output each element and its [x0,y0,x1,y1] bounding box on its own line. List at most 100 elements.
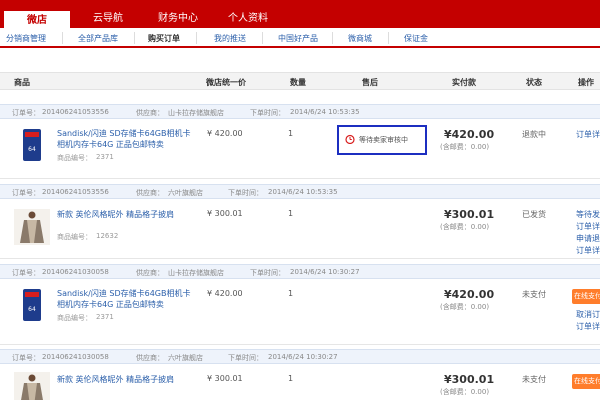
paid-amount: ¥300.01 [444,373,495,386]
shawl-product-image[interactable] [14,209,50,245]
order-time-label: 下单时间： [228,354,263,362]
tab-cloud-nav[interactable]: 云导航 [78,9,138,28]
order-number: 201406241030058 [42,353,109,361]
shipping-note: (含邮费：0.00) [440,143,490,151]
product-code: 2371 [96,153,114,161]
apply-refund-link[interactable]: 申请退 [576,233,600,244]
order-time-label: 下单时间： [228,189,263,197]
status-badge: 未支付 [522,375,546,384]
product-code-label: 商品编号： [57,314,92,322]
divider [388,32,389,44]
order-time-label: 下单时间： [250,269,285,277]
quantity: 1 [288,289,294,298]
subnav-purchase-orders[interactable]: 购买订单 [148,32,180,46]
subnav-good-products[interactable]: 中国好产品 [278,32,318,46]
top-nav: 微店 云导航 财务中心 个人资料 [0,0,600,28]
cancel-order-link[interactable]: 取消订 [576,309,600,320]
alarm-clock-icon [345,134,355,144]
subnav-deposit[interactable]: 保证金 [404,32,428,46]
after-sale-status-box[interactable]: 等待卖家审核中 [337,125,427,155]
supplier-name[interactable]: 山卡拉存储旗舰店 [168,268,224,278]
col-quantity: 数量 [290,78,306,87]
wait-ship-link[interactable]: 等待发 [576,209,600,220]
pay-online-button[interactable]: 在线支付 [572,289,600,304]
table-row: 64 Sandisk/闪迪 SD存储卡64GB相机卡相机内存卡64G 正品包邮特… [0,119,600,179]
col-product: 商品 [14,78,30,87]
status-badge: 退款中 [522,130,546,139]
order-detail-link[interactable]: 订单详 [576,129,600,140]
product-name[interactable]: Sandisk/闪迪 SD存储卡64GB相机卡相机内存卡64G 正品包邮特卖 [57,128,197,150]
tab-profile[interactable]: 个人资料 [216,9,280,28]
sub-nav: 分销商管理 全部产品库 购买订单 我的推送 中国好产品 微商城 保证金 [0,28,600,48]
product-name[interactable]: Sandisk/闪迪 SD存储卡64GB相机卡相机内存卡64G 正品包邮特卖 [57,288,197,310]
order-header: 订单号： 201406241030058 供应商： 山卡拉存储旗舰店 下单时间：… [0,264,600,279]
order-number: 201406241053556 [42,108,109,116]
shawl-product-image[interactable] [14,372,50,400]
supplier-label: 供应商： [136,189,164,197]
product-code-label: 商品编号： [57,233,92,241]
unit-price: ¥ 420.00 [207,289,243,298]
order-time: 2014/6/24 10:53:35 [268,188,338,196]
sd-card-image[interactable]: 64 [14,127,50,163]
quantity: 1 [288,374,294,383]
tab-weidian[interactable]: 微店 [4,9,70,28]
col-unit-price: 微店统一价 [206,78,246,87]
order-header: 订单号： 201406241030058 供应商： 六叶旗舰店 下单时间： 20… [0,349,600,364]
supplier-label: 供应商： [136,269,164,277]
svg-text:64: 64 [28,146,36,153]
shipping-note: (含邮费：0.00) [440,223,490,231]
paid-amount: ¥300.01 [444,208,495,221]
unit-price: ¥ 300.01 [207,209,243,218]
supplier-name[interactable]: 山卡拉存储旗舰店 [168,108,224,118]
product-name[interactable]: 新款 英伦风格呢外 精品格子披肩 [57,209,197,220]
order-time: 2014/6/24 10:53:35 [290,108,360,116]
sd-card-image[interactable]: 64 [14,287,50,323]
quantity: 1 [288,129,294,138]
subnav-mall[interactable]: 微商城 [348,32,372,46]
supplier-name[interactable]: 六叶旗舰店 [168,188,203,198]
subnav-my-push[interactable]: 我的推送 [214,32,246,46]
product-code-label: 商品编号： [57,154,92,162]
order-detail-link[interactable]: 订单详 [576,245,600,256]
subnav-all-products[interactable]: 全部产品库 [78,32,118,46]
status-badge: 已发货 [522,210,546,219]
divider [62,32,63,44]
order-header: 订单号： 201406241053556 供应商： 山卡拉存储旗舰店 下单时间：… [0,104,600,119]
unit-price: ¥ 300.01 [207,374,243,383]
order-number-label: 订单号： [12,269,40,277]
product-name[interactable]: 新款 英伦风格呢外 精品格子披肩 [57,374,197,385]
table-row: 64 Sandisk/闪迪 SD存储卡64GB相机卡相机内存卡64G 正品包邮特… [0,279,600,345]
order-number: 201406241053556 [42,188,109,196]
paid-amount: ¥420.00 [444,288,495,301]
product-code: 2371 [96,313,114,321]
svg-text:64: 64 [28,306,36,313]
col-operation: 操作 [578,78,594,87]
shipping-note: (含邮费：0.00) [440,388,490,396]
divider [262,32,263,44]
divider [196,32,197,44]
divider [332,32,333,44]
order-detail-link[interactable]: 订单详 [576,321,600,332]
supplier-label: 供应商： [136,109,164,117]
order-number: 201406241030058 [42,268,109,276]
table-row: 新款 英伦风格呢外 精品格子披肩 商品编号： 12632 ¥ 300.01 1 … [0,199,600,259]
table-header: 商品 微店统一价 数量 售后 实付款 状态 操作 [0,72,600,90]
paid-amount: ¥420.00 [444,128,495,141]
tab-finance[interactable]: 财务中心 [146,9,210,28]
shipping-note: (含邮费：0.00) [440,303,490,311]
col-paid: 实付款 [452,78,476,87]
divider [134,32,135,44]
order-time: 2014/6/24 10:30:27 [290,268,360,276]
table-row: 新款 英伦风格呢外 精品格子披肩 ¥ 300.01 1 ¥300.01 (含邮费… [0,364,600,400]
order-time: 2014/6/24 10:30:27 [268,353,338,361]
supplier-name[interactable]: 六叶旗舰店 [168,353,203,363]
status-badge: 未支付 [522,290,546,299]
supplier-label: 供应商： [136,354,164,362]
pay-online-button[interactable]: 在线支付 [572,374,600,389]
after-sale-text: 等待卖家审核中 [359,136,408,144]
order-header: 订单号： 201406241053556 供应商： 六叶旗舰店 下单时间： 20… [0,184,600,199]
order-number-label: 订单号： [12,189,40,197]
unit-price: ¥ 420.00 [207,129,243,138]
subnav-distributor[interactable]: 分销商管理 [6,32,46,46]
order-detail-link[interactable]: 订单详 [576,221,600,232]
